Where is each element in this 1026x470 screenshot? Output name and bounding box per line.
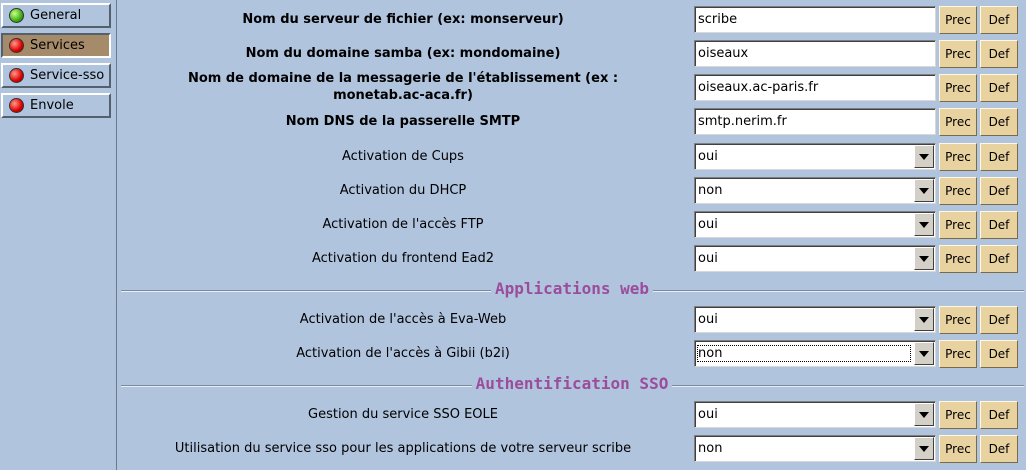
sidebar-item-envole[interactable]: Envole — [1, 93, 111, 118]
ead2-select[interactable]: oui — [694, 245, 936, 272]
section-title: Applications web — [490, 279, 654, 298]
dropdown-arrow-icon[interactable] — [914, 308, 934, 331]
dropdown-arrow-icon[interactable] — [914, 247, 934, 270]
section-applications-web: Applications web — [118, 279, 1026, 301]
smtp-gateway-input[interactable]: smtp.nerim.fr — [694, 108, 936, 135]
sso-eole-select[interactable]: oui — [694, 401, 936, 428]
field-label: Nom de domaine de la messagerie de l'éta… — [187, 71, 619, 103]
field-label: Utilisation du service sso pour les appl… — [174, 440, 632, 456]
gibii-select[interactable]: non — [694, 340, 936, 367]
field-label: Nom DNS de la passerelle SMTP — [285, 113, 521, 129]
form-row-mail-domain: Nom de domaine de la messagerie de l'éta… — [118, 70, 1026, 104]
dropdown-arrow-icon[interactable] — [914, 213, 934, 236]
sidebar-item-label: General — [30, 8, 82, 23]
def-button[interactable]: Def — [980, 74, 1018, 102]
section-title: Authentification SSO — [471, 374, 673, 393]
form-row-sso-scribe: Utilisation du service sso pour les appl… — [118, 431, 1026, 465]
select-value: non — [698, 183, 723, 198]
dropdown-arrow-icon[interactable] — [914, 342, 934, 365]
mail-domain-input[interactable]: oiseaux.ac-paris.fr — [694, 74, 936, 101]
config-form: Nom du serveur de fichier (ex: monserveu… — [118, 0, 1026, 470]
select-value: oui — [698, 407, 718, 422]
prec-button[interactable]: Prec — [939, 74, 977, 102]
def-button[interactable]: Def — [980, 40, 1018, 68]
cups-select[interactable]: oui — [694, 143, 936, 170]
status-red-icon — [9, 98, 24, 113]
def-button[interactable]: Def — [980, 435, 1018, 463]
sidebar-item-service-sso[interactable]: Service-sso — [1, 63, 111, 88]
form-row-ead2: Activation du frontend Ead2 oui Prec Def — [118, 241, 1026, 275]
file-server-input[interactable]: scribe — [694, 6, 936, 33]
field-label: Activation du frontend Ead2 — [311, 250, 495, 266]
prec-button[interactable]: Prec — [939, 435, 977, 463]
def-button[interactable]: Def — [980, 401, 1018, 429]
section-authentification-sso: Authentification SSO — [118, 374, 1026, 396]
status-red-icon — [9, 38, 24, 53]
form-row-ftp: Activation de l'accès FTP oui Prec Def — [118, 207, 1026, 241]
field-label: Nom du serveur de fichier (ex: monserveu… — [242, 11, 564, 27]
sidebar-item-general[interactable]: General — [1, 3, 111, 28]
prec-button[interactable]: Prec — [939, 143, 977, 171]
dropdown-arrow-icon[interactable] — [914, 145, 934, 168]
def-button[interactable]: Def — [980, 6, 1018, 34]
field-label: Activation du DHCP — [339, 182, 467, 198]
form-row-dhcp: Activation du DHCP non Prec Def — [118, 173, 1026, 207]
dropdown-arrow-icon[interactable] — [914, 179, 934, 202]
dropdown-arrow-icon[interactable] — [914, 403, 934, 426]
sidebar: General Services Service-sso Envole — [0, 0, 117, 470]
form-row-sso-eole: Gestion du service SSO EOLE oui Prec Def — [118, 397, 1026, 431]
prec-button[interactable]: Prec — [939, 211, 977, 239]
field-label: Activation de l'accès FTP — [322, 216, 484, 232]
form-row-gibii: Activation de l'accès à Gibii (b2i) non … — [118, 336, 1026, 370]
select-value: non — [698, 441, 723, 456]
prec-button[interactable]: Prec — [939, 108, 977, 136]
form-row-cups: Activation de Cups oui Prec Def — [118, 139, 1026, 173]
field-label: Nom du domaine samba (ex: mondomaine) — [245, 45, 561, 61]
sidebar-item-label: Envole — [30, 98, 74, 113]
def-button[interactable]: Def — [980, 143, 1018, 171]
prec-button[interactable]: Prec — [939, 177, 977, 205]
prec-button[interactable]: Prec — [939, 40, 977, 68]
field-label: Activation de l'accès à Gibii (b2i) — [296, 345, 510, 361]
sidebar-item-label: Services — [30, 38, 85, 53]
form-row-smtp-gateway: Nom DNS de la passerelle SMTP smtp.nerim… — [118, 104, 1026, 138]
select-value: oui — [698, 312, 718, 327]
status-green-icon — [9, 8, 24, 23]
def-button[interactable]: Def — [980, 108, 1018, 136]
select-value: oui — [698, 217, 718, 232]
def-button[interactable]: Def — [980, 211, 1018, 239]
form-row-eva-web: Activation de l'accès à Eva-Web oui Prec… — [118, 302, 1026, 336]
select-value: non — [697, 345, 911, 362]
dhcp-select[interactable]: non — [694, 177, 936, 204]
prec-button[interactable]: Prec — [939, 340, 977, 368]
samba-domain-input[interactable]: oiseaux — [694, 40, 936, 67]
def-button[interactable]: Def — [980, 177, 1018, 205]
eva-web-select[interactable]: oui — [694, 306, 936, 333]
field-label: Activation de l'accès à Eva-Web — [299, 311, 507, 327]
prec-button[interactable]: Prec — [939, 245, 977, 273]
sso-scribe-select[interactable]: non — [694, 435, 936, 462]
select-value: oui — [698, 149, 718, 164]
select-value: oui — [698, 251, 718, 266]
prec-button[interactable]: Prec — [939, 6, 977, 34]
prec-button[interactable]: Prec — [939, 306, 977, 334]
field-label: Gestion du service SSO EOLE — [308, 406, 498, 422]
form-row-file-server: Nom du serveur de fichier (ex: monserveu… — [118, 2, 1026, 36]
ftp-select[interactable]: oui — [694, 211, 936, 238]
status-red-icon — [9, 68, 24, 83]
prec-button[interactable]: Prec — [939, 401, 977, 429]
field-label: Activation de Cups — [342, 148, 464, 164]
def-button[interactable]: Def — [980, 306, 1018, 334]
form-row-samba-domain: Nom du domaine samba (ex: mondomaine) oi… — [118, 36, 1026, 70]
def-button[interactable]: Def — [980, 245, 1018, 273]
sidebar-item-services[interactable]: Services — [1, 33, 111, 58]
dropdown-arrow-icon[interactable] — [914, 437, 934, 460]
sidebar-item-label: Service-sso — [30, 68, 105, 83]
def-button[interactable]: Def — [980, 340, 1018, 368]
